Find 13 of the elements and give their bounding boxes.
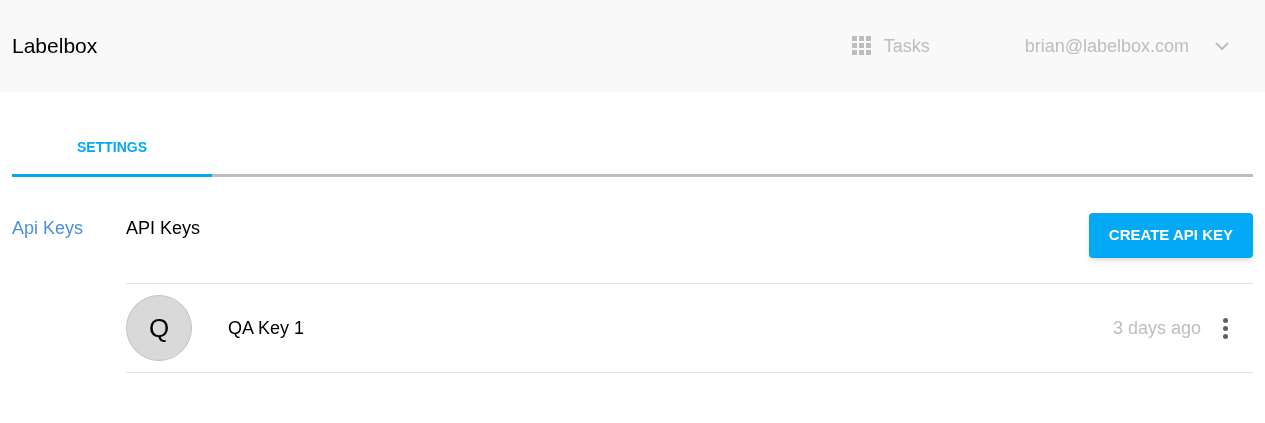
app-logo: Labelbox <box>12 33 98 60</box>
key-time: 3 days ago <box>1112 316 1201 340</box>
tasks-link[interactable]: Tasks <box>851 32 930 60</box>
key-name: QA Key 1 <box>228 316 305 340</box>
more-icon[interactable] <box>1223 317 1228 339</box>
tab[interactable]: SETTINGS <box>12 120 212 177</box>
sidebar-item[interactable]: Api Keys <box>12 215 84 242</box>
section-title: API Keys <box>126 217 201 240</box>
user-menu[interactable]: brian@labelbox.com <box>1024 32 1229 60</box>
avatar: Q <box>126 295 192 361</box>
grid-icon <box>851 36 872 56</box>
create-api-key-button[interactable]: CREATE API KEY <box>1088 213 1253 258</box>
chevron-down-icon <box>1215 41 1229 51</box>
